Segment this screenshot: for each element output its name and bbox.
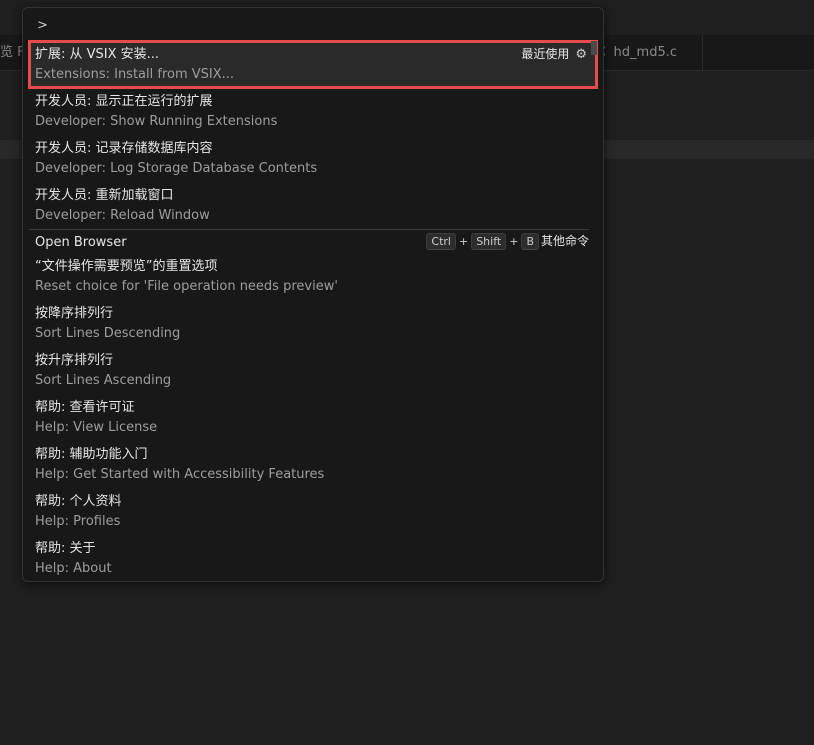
gear-icon[interactable]: ⚙ — [575, 46, 587, 63]
command-item-detail: Sort Lines Ascending — [35, 373, 172, 388]
command-item-detail: Help: Get Started with Accessibility Fea… — [35, 467, 325, 482]
command-item-detail: Help: Profiles — [35, 514, 121, 529]
command-item-log-storage[interactable]: 开发人员: 记录存储数据库内容 Developer: Log Storage D… — [29, 135, 597, 182]
keybinding: Ctrl + Shift + B 其他命令 — [426, 233, 589, 250]
command-item-install-vsix[interactable]: 扩展: 从 VSIX 安装... Extensions: Install fro… — [28, 40, 598, 89]
recently-used-label: 最近使用 — [521, 47, 570, 61]
command-item-sort-lines-ascending[interactable]: 按升序排列行 Sort Lines Ascending — [29, 347, 597, 394]
command-item-label: “文件操作需要预览”的重置选项 — [35, 259, 218, 274]
command-item-show-running-extensions[interactable]: 开发人员: 显示正在运行的扩展 Developer: Show Running … — [29, 88, 597, 135]
other-commands-label: 其他命令 — [540, 234, 589, 248]
command-palette-input[interactable]: > — [31, 14, 591, 38]
command-item-label: 扩展: 从 VSIX 安装... — [35, 47, 160, 62]
command-item-label: 开发人员: 记录存储数据库内容 — [35, 141, 213, 156]
command-item-detail: Help: About — [35, 561, 112, 576]
command-item-detail: Help: View License — [35, 420, 158, 435]
command-list-separator — [29, 229, 589, 230]
command-item-view-license[interactable]: 帮助: 查看许可证 Help: View License — [29, 394, 597, 441]
command-item-label: 帮助: 个人资料 — [35, 494, 122, 509]
command-item-open-browser[interactable]: Open Browser Ctrl + Shift + B 其他命令 — [29, 229, 597, 253]
recently-used-meta: 最近使用 ⚙ — [521, 46, 587, 63]
command-item-reset-file-operation-preview[interactable]: “文件操作需要预览”的重置选项 Reset choice for 'File o… — [29, 253, 597, 300]
command-item-detail: Sort Lines Descending — [35, 326, 181, 341]
scrollbar-thumb[interactable] — [591, 41, 597, 55]
command-item-reload-window[interactable]: 开发人员: 重新加载窗口 Developer: Reload Window — [29, 182, 597, 229]
command-item-label: 帮助: 关于 — [35, 541, 96, 556]
editor-tab-hd-md5-label: hd_md5.c — [613, 45, 678, 60]
command-item-label: Open Browser — [35, 235, 127, 250]
key-shift: Shift — [471, 233, 507, 250]
command-item-label: 开发人员: 显示正在运行的扩展 — [35, 94, 213, 109]
command-item-detail: Reset choice for 'File operation needs p… — [35, 279, 338, 294]
command-item-label: 帮助: 查看许可证 — [35, 400, 135, 415]
command-item-label: 按升序排列行 — [35, 353, 114, 368]
command-item-accessibility-get-started[interactable]: 帮助: 辅助功能入门 Help: Get Started with Access… — [29, 441, 597, 488]
command-item-detail: Developer: Reload Window — [35, 208, 210, 223]
command-item-detail: Developer: Log Storage Database Contents — [35, 161, 318, 176]
command-item-sort-lines-descending[interactable]: 按降序排列行 Sort Lines Descending — [29, 300, 597, 347]
command-item-label: 按降序排列行 — [35, 306, 114, 321]
command-list: 扩展: 从 VSIX 安装... Extensions: Install fro… — [28, 40, 598, 581]
command-palette: > 扩展: 从 VSIX 安装... Extensions: Install f… — [22, 7, 604, 582]
key-plus: + — [458, 235, 469, 248]
command-item-label: 开发人员: 重新加载窗口 — [35, 188, 174, 203]
editor-tab-left[interactable]: 览 F — [0, 35, 25, 70]
editor-tab-left-label: 览 F — [0, 45, 25, 60]
editor-tab-hd-md5[interactable]: Chd_md5.c — [590, 35, 703, 70]
command-item-label: 帮助: 辅助功能入门 — [35, 447, 148, 462]
command-item-detail: Developer: Show Running Extensions — [35, 114, 278, 129]
command-item-about[interactable]: 帮助: 关于 Help: About — [29, 535, 597, 581]
key-b: B — [521, 233, 539, 250]
command-item-profiles[interactable]: 帮助: 个人资料 Help: Profiles — [29, 488, 597, 535]
command-item-detail: Extensions: Install from VSIX... — [35, 67, 235, 82]
key-plus: + — [509, 235, 519, 248]
key-ctrl: Ctrl — [426, 233, 456, 250]
